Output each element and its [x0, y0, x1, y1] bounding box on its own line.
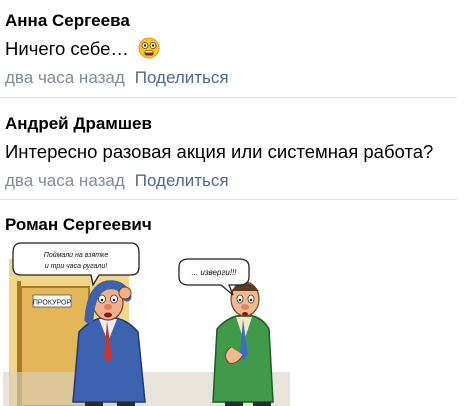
comment-timestamp[interactable]: два часа назад [5, 171, 125, 190]
door-sign-text: ПРОКУРОР [33, 300, 72, 307]
comment-meta: два часа назад Поделиться [5, 171, 229, 191]
speech-bubble-left-line2: и три часа ругали! [45, 263, 107, 270]
share-link[interactable]: Поделиться [135, 171, 229, 190]
comment-text-body: Ничего себе… [5, 38, 129, 59]
astonished-face-icon [138, 37, 160, 64]
cartoon-image[interactable]: ПРОКУРОР Поймали на взятке и три часа ру… [3, 237, 290, 406]
comment-text: Ничего себе… [5, 37, 160, 64]
comment-divider [0, 199, 457, 200]
speech-bubble-left-line1: Поймали на взятке [44, 251, 109, 259]
share-link[interactable]: Поделиться [135, 68, 229, 87]
comment-author[interactable]: Анна Сергеева [5, 11, 130, 31]
comment-timestamp[interactable]: два часа назад [5, 68, 125, 87]
comment-meta: два часа назад Поделиться [5, 68, 229, 88]
comment-divider [0, 97, 457, 98]
speech-bubble-right: ... изверги!!! [191, 268, 237, 277]
comment-author[interactable]: Андрей Драмшев [5, 114, 152, 134]
comment-author[interactable]: Роман Сергеевич [5, 215, 152, 235]
comment-text: Интересно разовая акция или системная ра… [5, 141, 434, 162]
